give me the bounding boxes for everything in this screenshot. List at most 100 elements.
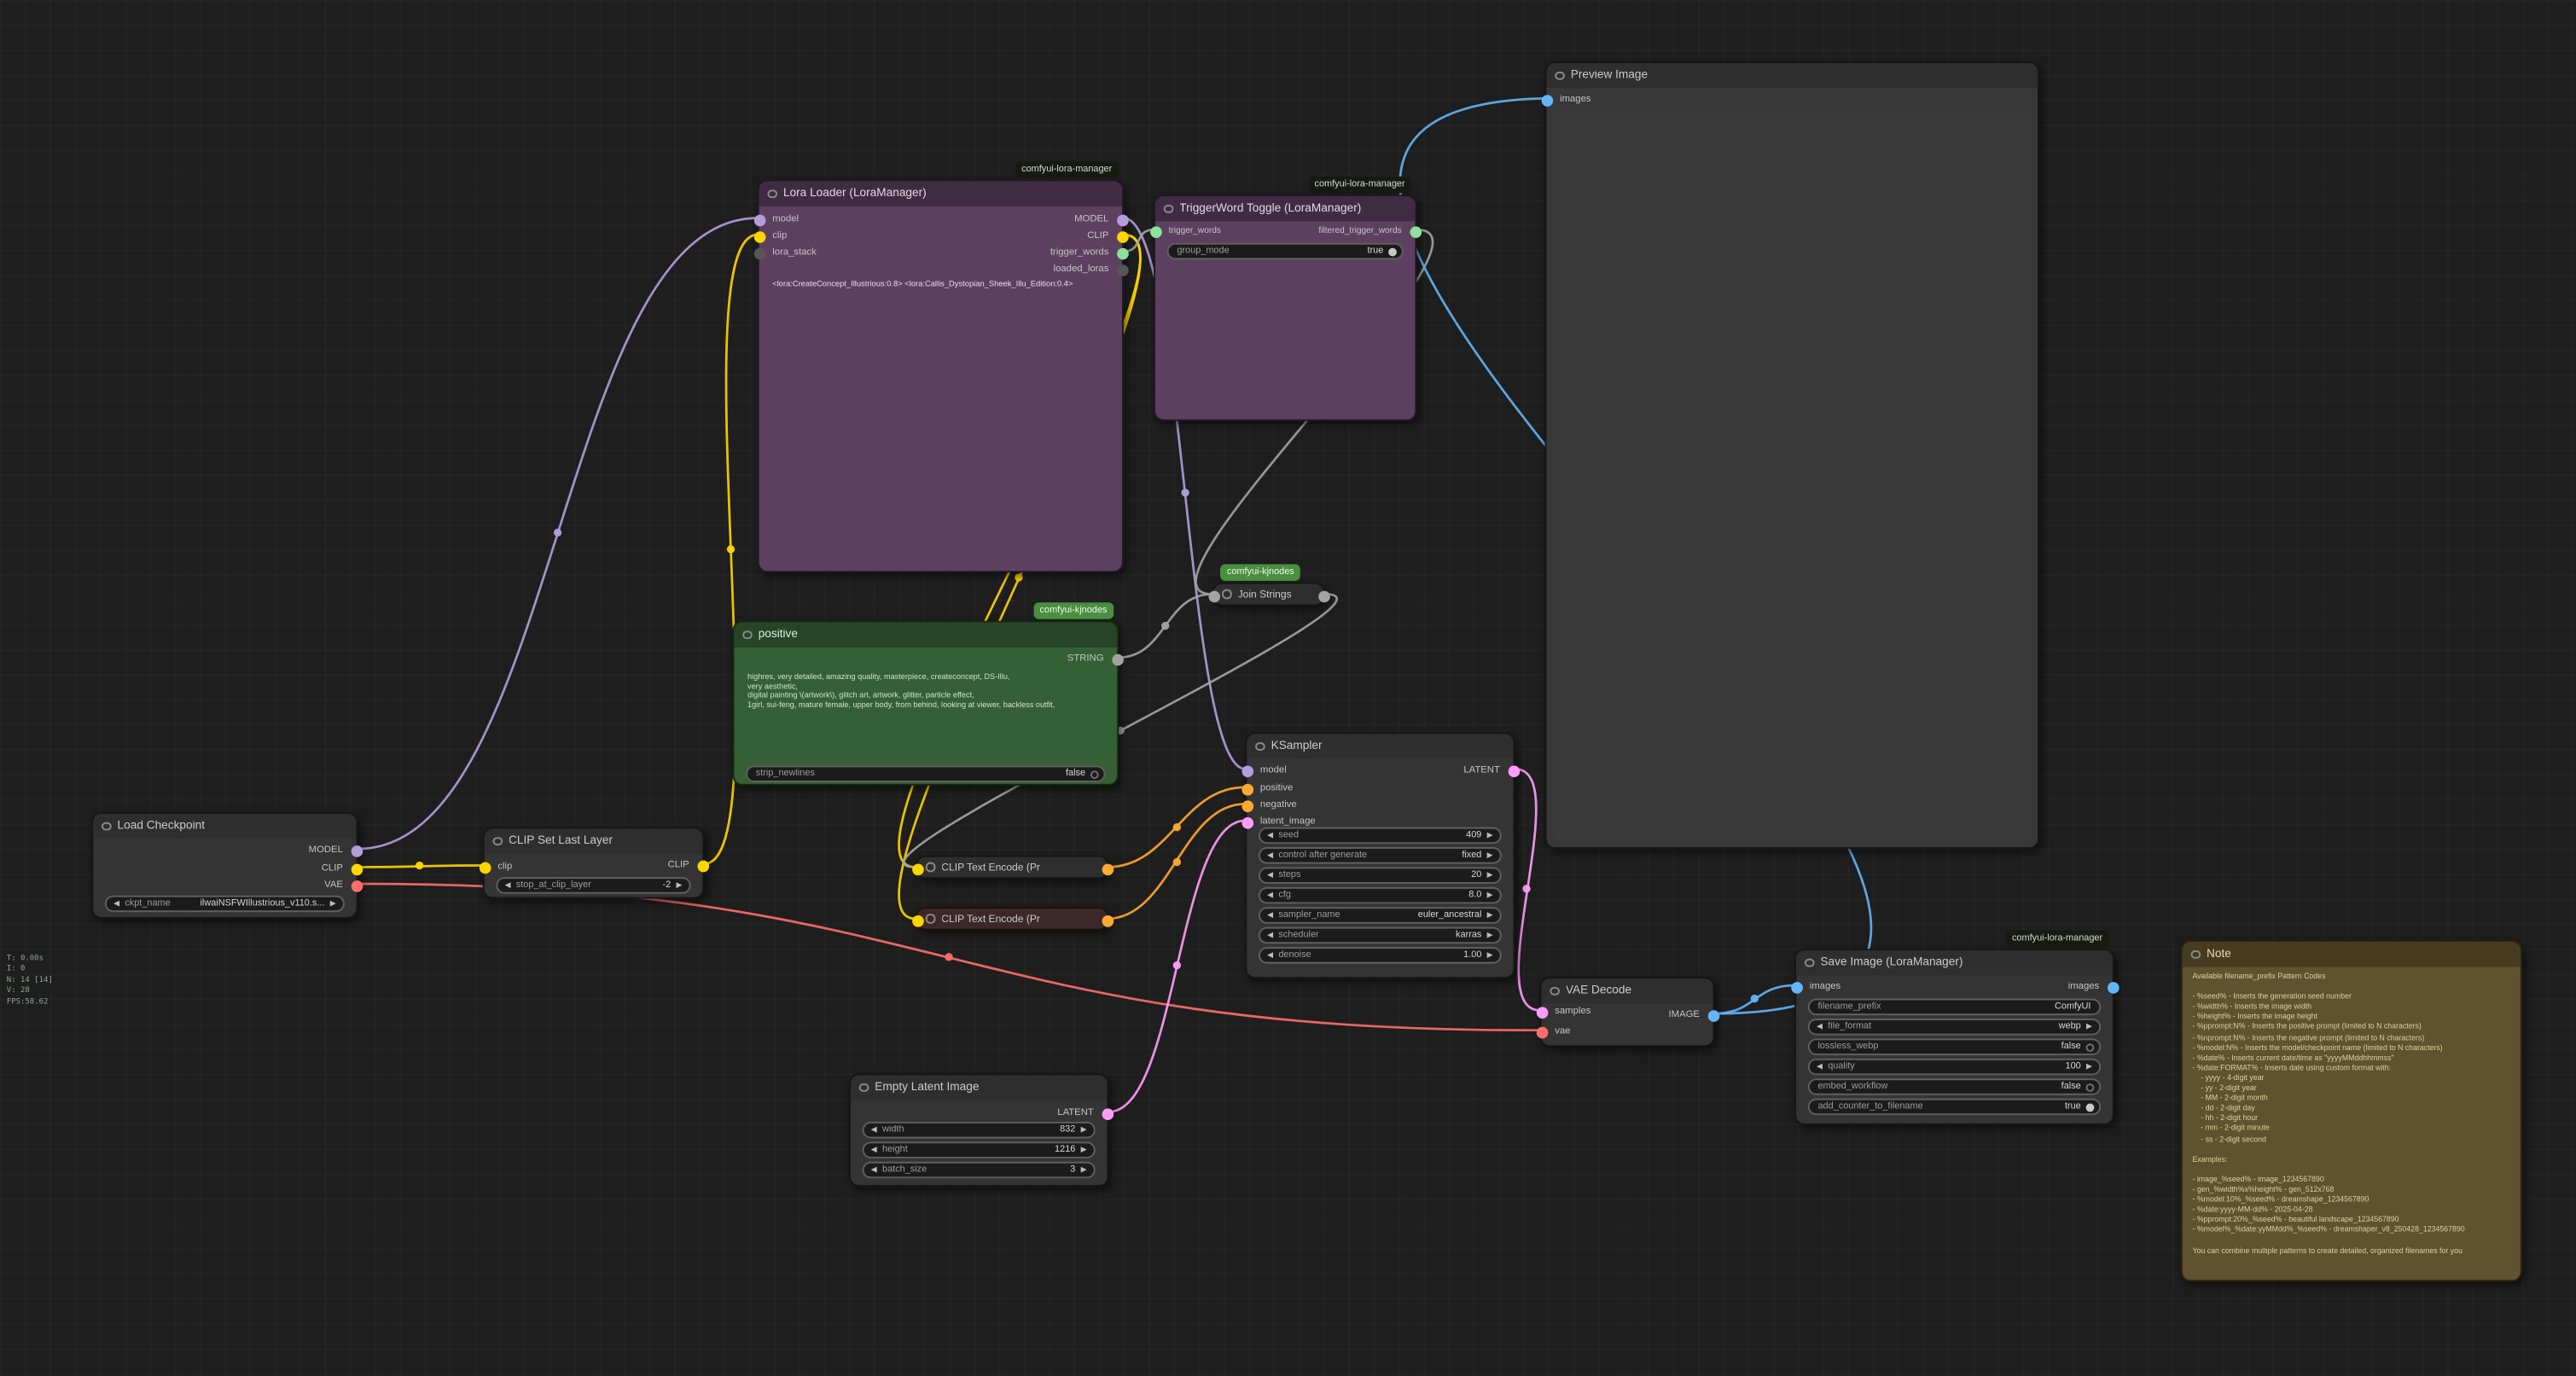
slot-dot[interactable]: [1508, 764, 1520, 776]
combo-left-arrow-icon[interactable]: ◀: [1265, 910, 1276, 920]
node-load-checkpoint[interactable]: Load Checkpoint MODEL CLIP VAE ◀ ckpt_na…: [91, 812, 358, 919]
number-increment-icon[interactable]: ▶: [1485, 831, 1495, 841]
collapsed-output-dot[interactable]: [1317, 590, 1329, 602]
slot-dot[interactable]: [1149, 225, 1161, 237]
collapsed-input-dot[interactable]: [911, 914, 923, 926]
node-ksampler[interactable]: KSampler model positive negative latent_…: [1245, 732, 1515, 978]
node-header[interactable]: positive: [734, 623, 1117, 647]
slot-dot[interactable]: [1102, 1107, 1114, 1119]
number-increment-icon[interactable]: ▶: [1485, 891, 1495, 901]
node-header[interactable]: TriggerWord Toggle (LoraManager): [1155, 196, 1415, 221]
widget-add-counter-to-filename[interactable]: add_counter_to_filename true: [1808, 1099, 2101, 1116]
number-increment-icon[interactable]: ▶: [1079, 1165, 1089, 1176]
collapse-toggle-icon[interactable]: [1555, 71, 1564, 80]
node-preview-image[interactable]: Preview Image images: [1545, 61, 2039, 849]
slot-dot[interactable]: [351, 863, 363, 875]
number-decrement-icon[interactable]: ◀: [869, 1145, 879, 1155]
combo-left-arrow-icon[interactable]: ◀: [1265, 851, 1276, 861]
widget-strip-newlines[interactable]: strip_newlines false: [746, 765, 1105, 782]
slot-dot[interactable]: [1241, 764, 1253, 776]
slot-dot[interactable]: [351, 880, 363, 891]
widget-denoise[interactable]: ◀ denoise 1.00 ▶: [1259, 947, 1502, 964]
combo-left-arrow-icon[interactable]: ◀: [112, 899, 122, 909]
combo-right-arrow-icon[interactable]: ▶: [1485, 910, 1495, 920]
collapse-toggle-icon[interactable]: [102, 822, 111, 831]
node-header[interactable]: Note: [2183, 942, 2521, 967]
widget-sampler-name[interactable]: ◀ sampler_name euler_ancestral ▶: [1259, 907, 1502, 924]
slot-dot[interactable]: [1410, 225, 1422, 237]
widget-embed-workflow[interactable]: embed_workflow false: [1808, 1078, 2101, 1095]
node-clip-text-encode-negative[interactable]: CLIP Text Encode (Pr: [916, 907, 1108, 930]
widget-height[interactable]: ◀ height 1216 ▶: [863, 1141, 1096, 1158]
slot-dot[interactable]: [1116, 247, 1128, 259]
slot-dot[interactable]: [351, 845, 363, 856]
widget-stop-at-clip-layer[interactable]: ◀ stop_at_clip_layer -2 ▶: [496, 877, 690, 894]
lora-syntax-text[interactable]: <lora:CreateConcept_Illustrious:0.8> <lo…: [772, 282, 1108, 292]
collapsed-input-dot[interactable]: [911, 863, 923, 875]
collapse-toggle-icon[interactable]: [1164, 204, 1173, 213]
combo-left-arrow-icon[interactable]: ◀: [503, 880, 513, 891]
widget-group-mode[interactable]: group_mode true: [1167, 243, 1404, 260]
number-decrement-icon[interactable]: ◀: [869, 1125, 879, 1135]
number-increment-icon[interactable]: ▶: [1079, 1125, 1089, 1135]
slot-dot[interactable]: [479, 862, 491, 874]
slot-dot[interactable]: [1536, 1026, 1548, 1038]
node-header[interactable]: VAE Decode: [1542, 978, 1713, 1003]
collapse-toggle-icon[interactable]: [2191, 950, 2201, 960]
slot-dot[interactable]: [1790, 981, 1802, 993]
widget-steps[interactable]: ◀ steps 20 ▶: [1259, 867, 1502, 884]
slot-dot[interactable]: [1536, 1006, 1548, 1018]
number-decrement-icon[interactable]: ◀: [1265, 831, 1276, 841]
collapse-toggle-icon[interactable]: [1222, 589, 1231, 599]
node-join-strings[interactable]: comfyui-kjnodes Join Strings: [1212, 583, 1325, 606]
node-header[interactable]: Preview Image: [1546, 63, 2038, 88]
node-clip-text-encode-positive[interactable]: CLIP Text Encode (Pr: [916, 856, 1108, 879]
number-decrement-icon[interactable]: ◀: [1265, 950, 1276, 961]
combo-right-arrow-icon[interactable]: ▶: [328, 899, 338, 909]
note-text[interactable]: Available filename_prefix Pattern Codes …: [2192, 972, 2514, 1273]
widget-quality[interactable]: ◀ quality 100 ▶: [1808, 1059, 2101, 1076]
slot-dot[interactable]: [1241, 783, 1253, 795]
collapse-toggle-icon[interactable]: [926, 914, 935, 924]
number-decrement-icon[interactable]: ◀: [1265, 870, 1276, 880]
slot-dot[interactable]: [753, 247, 765, 259]
node-header[interactable]: Lora Loader (LoraManager): [759, 182, 1122, 206]
collapse-toggle-icon[interactable]: [1805, 958, 1814, 967]
combo-left-arrow-icon[interactable]: ◀: [1265, 931, 1276, 941]
node-lora-loader[interactable]: comfyui-lora-manager Lora Loader (LoraMa…: [758, 180, 1124, 572]
node-triggerword-toggle[interactable]: comfyui-lora-manager TriggerWord Toggle …: [1154, 194, 1416, 421]
toggle-dot-icon[interactable]: [1090, 769, 1099, 778]
widget-filename-prefix[interactable]: filename_prefix ComfyUI: [1808, 999, 2101, 1016]
toggle-dot-icon[interactable]: [2086, 1042, 2095, 1051]
node-header[interactable]: Save Image (LoraManager): [1796, 950, 2113, 975]
slot-dot[interactable]: [696, 860, 708, 872]
slot-dot[interactable]: [1541, 94, 1553, 106]
node-clip-set-last-layer[interactable]: CLIP Set Last Layer clip CLIP ◀ stop_at_…: [483, 827, 704, 899]
widget-width[interactable]: ◀ width 832 ▶: [863, 1122, 1096, 1139]
widget-seed[interactable]: ◀ seed 409 ▶: [1259, 827, 1502, 845]
slot-dot[interactable]: [1116, 214, 1128, 226]
slot-dot[interactable]: [753, 230, 765, 242]
collapse-toggle-icon[interactable]: [859, 1083, 869, 1093]
number-increment-icon[interactable]: ▶: [1079, 1145, 1089, 1155]
node-empty-latent-image[interactable]: Empty Latent Image LATENT ◀ width 832 ▶ …: [849, 1073, 1108, 1187]
combo-right-arrow-icon[interactable]: ▶: [2085, 1022, 2095, 1032]
widget-ckpt-name[interactable]: ◀ ckpt_name ilwaiNSFWIllustrious_v110.s.…: [105, 896, 345, 913]
number-decrement-icon[interactable]: ◀: [1265, 891, 1276, 901]
node-header[interactable]: CLIP Set Last Layer: [485, 829, 703, 854]
node-header[interactable]: CLIP Text Encode (Pr: [917, 909, 1107, 928]
number-increment-icon[interactable]: ▶: [2085, 1062, 2095, 1072]
slot-dot[interactable]: [1707, 1009, 1719, 1021]
collapsed-output-dot[interactable]: [1102, 863, 1114, 875]
node-header[interactable]: Empty Latent Image: [851, 1075, 1107, 1100]
collapsed-input-dot[interactable]: [1207, 590, 1219, 602]
combo-right-arrow-icon[interactable]: ▶: [1485, 851, 1495, 861]
widget-batch-size[interactable]: ◀ batch_size 3 ▶: [863, 1162, 1096, 1179]
collapse-toggle-icon[interactable]: [742, 630, 752, 640]
toggle-dot-icon[interactable]: [1388, 247, 1397, 256]
slot-dot[interactable]: [753, 214, 765, 226]
slot-dot[interactable]: [1241, 799, 1253, 811]
node-save-image[interactable]: comfyui-lora-manager Save Image (LoraMan…: [1794, 949, 2114, 1125]
node-positive-prompt[interactable]: comfyui-kjnodes positive STRING highres,…: [732, 621, 1119, 786]
collapse-toggle-icon[interactable]: [767, 189, 776, 199]
